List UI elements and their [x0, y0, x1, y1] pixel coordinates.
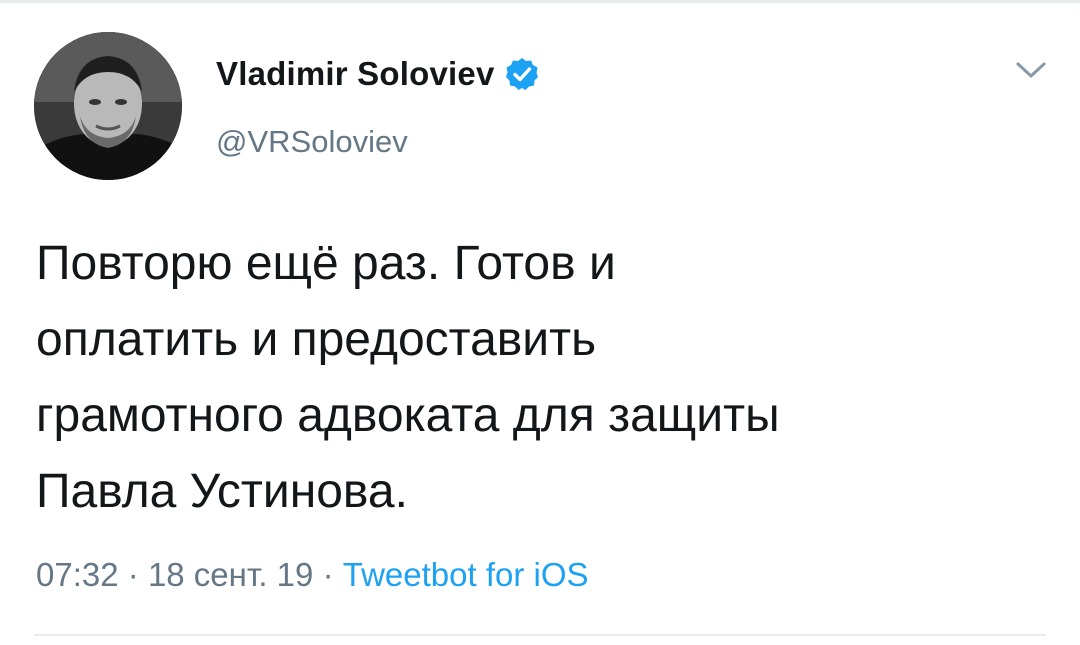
bottom-divider — [34, 634, 1046, 636]
handle[interactable]: @VRSoloviev — [216, 124, 408, 160]
chevron-down-icon[interactable] — [1014, 58, 1048, 82]
meta-separator: · — [322, 556, 334, 593]
top-divider — [0, 0, 1080, 3]
tweet-meta: 07:32 · 18 сент. 19 · Tweetbot for iOS — [36, 556, 589, 594]
author-name-row[interactable]: Vladimir Soloviev — [216, 52, 539, 96]
tweet-card: Vladimir Soloviev @VRSoloviev Повторю ещ… — [0, 0, 1080, 645]
tweet-line: Павла Устинова. — [36, 465, 408, 518]
meta-separator: · — [127, 556, 139, 593]
tweet-line: Повторю ещё раз. Готов и — [36, 237, 616, 290]
tweet-line: оплатить и предоставить — [36, 313, 597, 366]
tweet-time: 07:32 — [36, 556, 119, 593]
profile-photo — [34, 32, 182, 180]
tweet-date: 18 сент. 19 — [147, 556, 314, 593]
source-link[interactable]: Tweetbot for iOS — [343, 556, 589, 593]
display-name[interactable]: Vladimir Soloviev — [216, 55, 495, 93]
tweet-text: Повторю ещё раз. Готов и оплатить и пред… — [36, 226, 1046, 530]
verified-badge-icon — [505, 57, 539, 91]
tweet-line: грамотного адвоката для защиты — [36, 389, 780, 442]
avatar[interactable] — [34, 32, 182, 180]
